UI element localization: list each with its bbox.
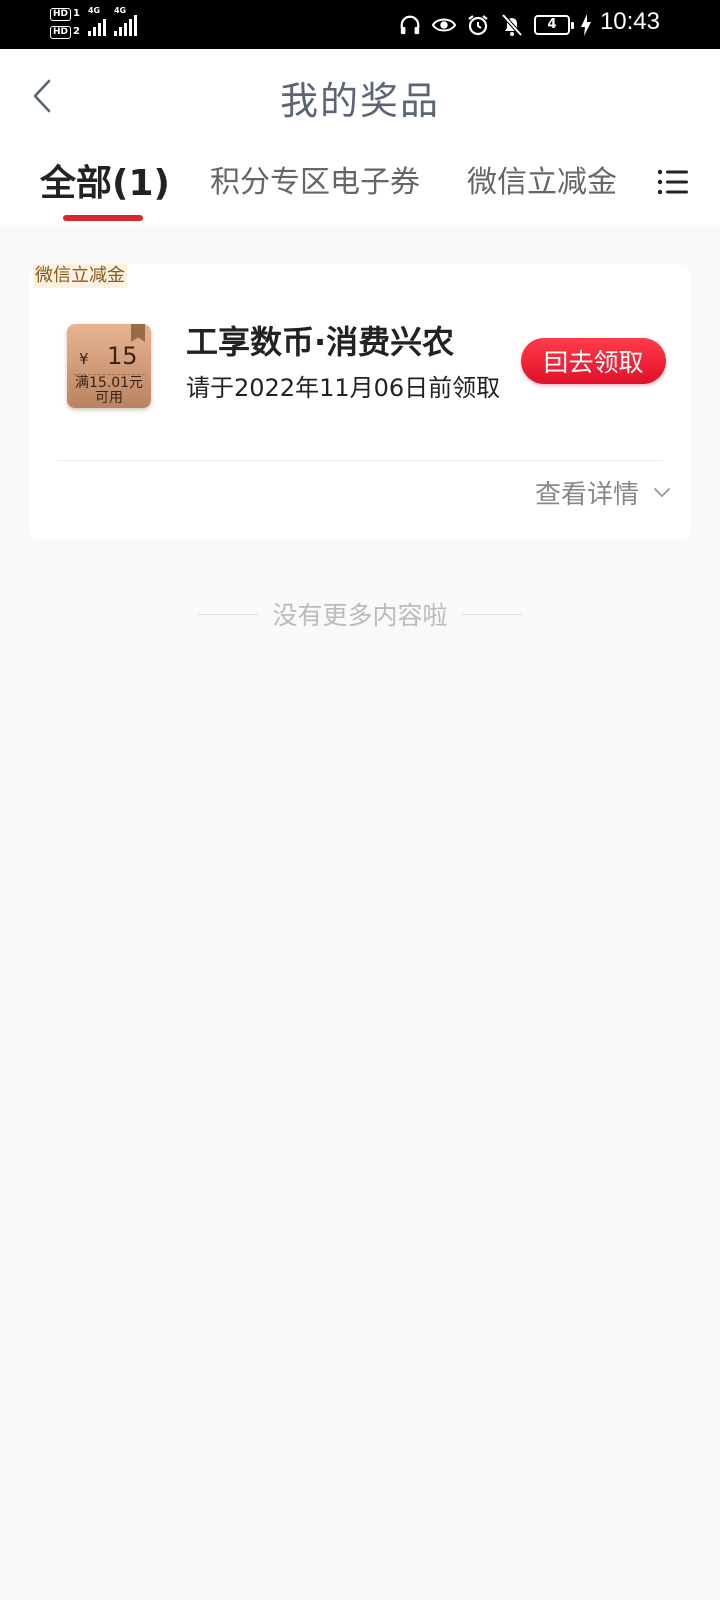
page-title: 我的奖品	[279, 79, 440, 123]
tab-all[interactable]: 全部(1)	[40, 154, 170, 206]
chevron-down-icon	[654, 488, 670, 498]
headphones-icon	[398, 13, 422, 37]
tab-bar: 全部(1) 积分专区电子券 微信立减金	[0, 143, 720, 225]
coupon-corner-icon	[131, 324, 145, 342]
prize-expiry: 请于2022年11月06日前领取	[186, 374, 501, 402]
list-menu-icon	[657, 169, 688, 195]
prize-name: 工享数币·消费兴农	[186, 323, 455, 361]
signal-icon-2: 4G	[113, 6, 137, 36]
end-of-list-text: 没有更多内容啦	[272, 601, 448, 630]
status-bar: HD 1 HD 2 4G 4G 4 10:43	[0, 0, 720, 49]
sim2-hd: HD 2	[50, 24, 80, 40]
battery-icon: 4	[534, 14, 574, 35]
eye-icon	[432, 13, 456, 37]
active-tab-indicator	[63, 215, 143, 221]
claim-button[interactable]: 囙去领取	[521, 338, 666, 384]
card-divider	[57, 460, 663, 461]
sim1-hd: HD 1	[50, 6, 80, 22]
network-indicators: HD 1 HD 2 4G 4G	[50, 6, 137, 44]
prize-type-tag: 微信立减金	[33, 264, 127, 288]
coupon-thumbnail: ¥ 15 满15.01元 可用	[67, 324, 151, 408]
status-icons: 4	[398, 0, 592, 49]
header: 我的奖品	[0, 49, 720, 143]
tab-wechat-discount[interactable]: 微信立减金	[467, 157, 617, 201]
view-details-label: 查看详情	[534, 479, 639, 510]
charging-icon	[580, 13, 592, 37]
tab-points-ecoupon[interactable]: 积分专区电子券	[210, 157, 420, 201]
bell-muted-icon	[500, 13, 524, 37]
clock: 10:43	[599, 8, 660, 35]
coupon-currency: ¥	[79, 350, 89, 368]
end-of-list: 没有更多内容啦	[0, 596, 720, 632]
prize-card: 微信立减金 ¥ 15 满15.01元 可用 工享数币·消费兴农 请于2022年1…	[29, 264, 691, 540]
signal-icon: 4G	[87, 6, 106, 36]
tab-menu-button[interactable]	[656, 165, 690, 199]
view-details-link[interactable]: 查看详情	[535, 472, 671, 512]
alarm-icon	[466, 13, 490, 37]
coupon-amount: 15	[107, 342, 138, 370]
coupon-condition: 满15.01元 可用	[74, 375, 144, 406]
